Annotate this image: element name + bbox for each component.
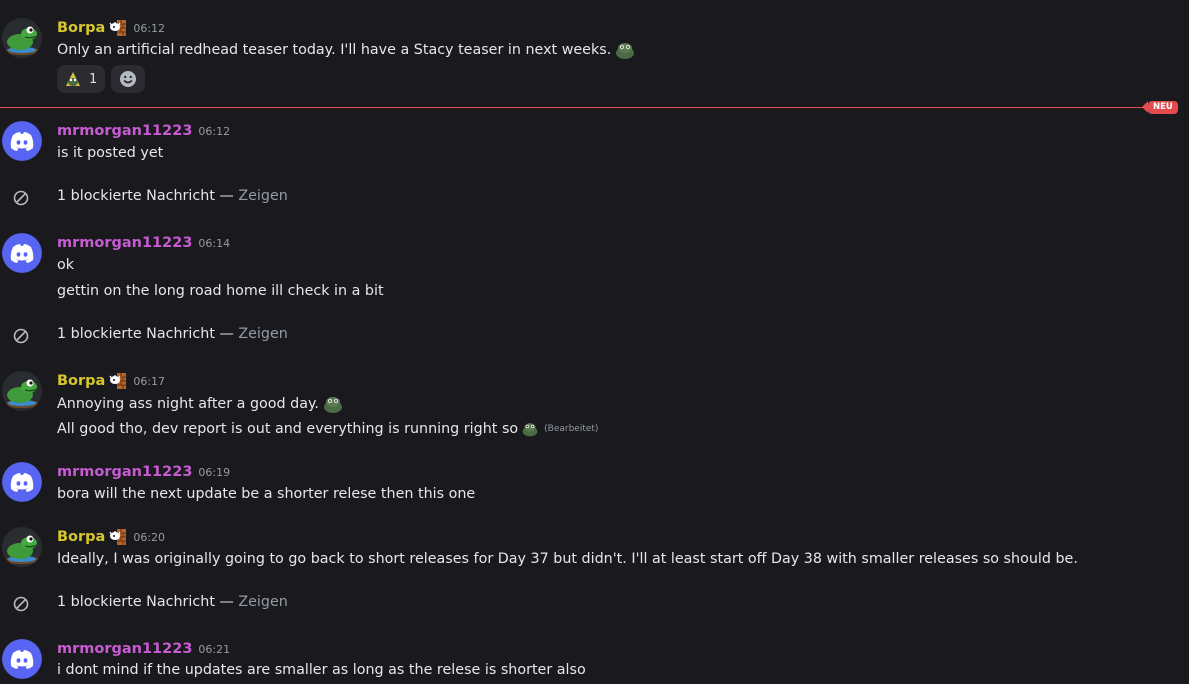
- role-badge-icon[interactable]: [109, 19, 127, 37]
- timestamp[interactable]: 06:12: [133, 22, 165, 35]
- timestamp[interactable]: 06:20: [133, 531, 165, 544]
- message-content: All good tho, dev report is out and ever…: [57, 419, 598, 439]
- message-header: mrmorgan11223 06:14: [57, 233, 230, 253]
- username[interactable]: mrmorgan11223: [57, 641, 192, 657]
- avatar[interactable]: [2, 462, 42, 502]
- message-header: mrmorgan11223 06:12: [57, 121, 230, 141]
- blocked-label: 1 blockierte Nachricht —: [57, 188, 239, 204]
- frog-emoji-icon: [614, 39, 636, 61]
- avatar[interactable]: [2, 121, 42, 161]
- avatar[interactable]: [2, 371, 42, 411]
- message-text: bora will the next update be a shorter r…: [57, 486, 476, 502]
- timestamp[interactable]: 06:19: [198, 466, 230, 479]
- message-text: All good tho, dev report is out and ever…: [57, 421, 519, 437]
- reaction-count: 1: [89, 71, 98, 87]
- show-blocked-link[interactable]: Zeigen: [238, 188, 288, 204]
- message-header: Borpa 06:20: [57, 527, 165, 547]
- message-text: gettin on the long road home ill check i…: [57, 283, 384, 299]
- new-messages-divider: [0, 107, 1178, 108]
- username[interactable]: Borpa: [57, 20, 105, 36]
- new-badge: NEU: [1142, 101, 1178, 114]
- blocked-label: 1 blockierte Nachricht —: [57, 594, 239, 610]
- show-blocked-link[interactable]: Zeigen: [238, 326, 288, 342]
- frog-avatar-icon: [2, 527, 42, 567]
- frog-avatar-icon: [2, 371, 42, 411]
- username[interactable]: Borpa: [57, 529, 105, 545]
- add-reaction-button[interactable]: [111, 65, 146, 93]
- username[interactable]: mrmorgan11223: [57, 464, 192, 480]
- blocked-text: 1 blockierte Nachricht — Zeigen: [57, 326, 288, 342]
- avatar[interactable]: [2, 527, 42, 567]
- frog-avatar-icon: [2, 18, 42, 58]
- username[interactable]: mrmorgan11223: [57, 123, 192, 139]
- discord-avatar-icon: [2, 462, 42, 502]
- blocked-message: 1 blockierte Nachricht — Zeigen: [0, 324, 600, 348]
- frog-emoji-icon: [520, 420, 540, 438]
- blocked-text: 1 blockierte Nachricht — Zeigen: [57, 188, 288, 204]
- timestamp[interactable]: 06:12: [198, 125, 230, 138]
- message-text: Ideally, I was originally going to go ba…: [57, 551, 1078, 567]
- username[interactable]: mrmorgan11223: [57, 235, 192, 251]
- reaction-pill[interactable]: 1: [57, 65, 106, 93]
- blocked-text: 1 blockierte Nachricht — Zeigen: [57, 594, 288, 610]
- message-header: Borpa 06:12: [57, 18, 165, 38]
- message-header: Borpa 06:17: [57, 371, 165, 391]
- message-text: is it posted yet: [57, 145, 164, 161]
- message-header: mrmorgan11223 06:21: [57, 639, 230, 659]
- discord-avatar-icon: [2, 121, 42, 161]
- timestamp[interactable]: 06:14: [198, 237, 230, 250]
- message-content: Only an artificial redhead teaser today.…: [57, 39, 636, 61]
- avatar[interactable]: [2, 233, 42, 273]
- discord-avatar-icon: [2, 639, 42, 679]
- reactions: 1: [57, 65, 146, 93]
- role-badge-icon[interactable]: [109, 372, 127, 390]
- avatar[interactable]: [2, 639, 42, 679]
- message-content: Annoying ass night after a good day.: [57, 393, 344, 415]
- blocked-icon: [13, 328, 29, 344]
- message-header: mrmorgan11223 06:19: [57, 462, 230, 482]
- blocked-label: 1 blockierte Nachricht —: [57, 326, 239, 342]
- role-badge-icon[interactable]: [109, 528, 127, 546]
- username[interactable]: Borpa: [57, 373, 105, 389]
- timestamp[interactable]: 06:21: [198, 643, 230, 656]
- frog-emoji-icon: [66, 72, 80, 86]
- blocked-icon: [13, 596, 29, 612]
- frog-emoji-icon: [322, 393, 344, 415]
- message-text: ok: [57, 257, 75, 273]
- edited-label: (Bearbeitet): [544, 424, 599, 434]
- message-text: i dont mind if the updates are smaller a…: [57, 662, 586, 678]
- emoji-add-icon: [120, 71, 137, 87]
- message-text: Annoying ass night after a good day.: [57, 396, 319, 412]
- blocked-message: 1 blockierte Nachricht — Zeigen: [0, 592, 600, 616]
- discord-avatar-icon: [2, 233, 42, 273]
- blocked-message: 1 blockierte Nachricht — Zeigen: [0, 186, 600, 210]
- avatar[interactable]: [2, 18, 42, 58]
- message-text: Only an artificial redhead teaser today.…: [57, 42, 612, 58]
- show-blocked-link[interactable]: Zeigen: [238, 594, 288, 610]
- timestamp[interactable]: 06:17: [133, 375, 165, 388]
- blocked-icon: [13, 190, 29, 206]
